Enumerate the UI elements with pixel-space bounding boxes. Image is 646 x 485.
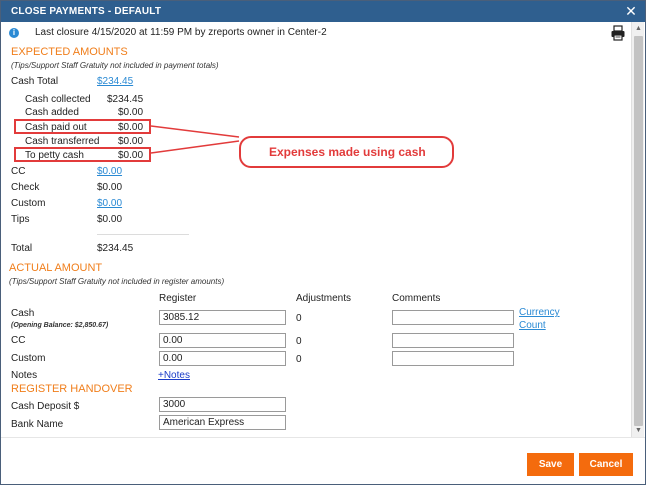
cash-adjustment-value: 0 [296,313,302,324]
actual-cc-label: CC [11,335,26,346]
currency-count-link[interactable]: Currency [519,307,560,318]
actual-amount-title: ACTUAL AMOUNT [9,262,103,274]
scrollbar-thumb[interactable] [634,36,643,426]
expenses-callout: Expenses made using cash [239,136,454,168]
cash-added-value: $0.00 [118,107,144,118]
cash-total-link[interactable]: $234.45 [97,76,133,87]
last-closure-text: Last closure 4/15/2020 at 11:59 PM by zr… [35,27,327,38]
cc-register-input[interactable] [159,333,286,348]
check-value: $0.00 [97,182,123,193]
currency-count-link-line2[interactable]: Count [519,320,546,331]
cash-collected-value: $234.45 [107,94,144,105]
cash-deposit-label: Cash Deposit $ [11,401,80,412]
cash-added-label: Cash added [25,107,79,118]
close-icon[interactable]: ✕ [623,3,639,19]
comments-header: Comments [392,293,441,304]
expected-amounts-title: EXPECTED AMOUNTS [11,46,128,58]
cc-adjustment-value: 0 [296,336,302,347]
opening-balance-text: (Opening Balance: $2,850.67) [11,322,109,329]
cc-label: CC [11,166,26,177]
add-notes-link[interactable]: +Notes [158,370,190,381]
close-payments-dialog: CLOSE PAYMENTS - DEFAULT ✕ i Last closur… [0,0,646,485]
cash-paid-out-value: $0.00 [118,122,144,133]
cc-comment-input[interactable] [392,333,514,348]
actual-note: (Tips/Support Staff Gratuity not include… [9,277,225,286]
bank-name-label: Bank Name [11,419,64,430]
cash-transferred-value: $0.00 [118,136,144,147]
bank-name-input[interactable] [159,415,286,430]
cash-register-input[interactable] [159,310,286,325]
actual-custom-label: Custom [11,353,46,364]
cash-total-label: Cash Total [11,76,59,87]
dialog-title: CLOSE PAYMENTS - DEFAULT [11,6,162,17]
total-label: Total [11,243,33,254]
custom-label: Custom [11,198,46,209]
cancel-button[interactable]: Cancel [579,453,633,476]
register-header: Register [159,293,197,304]
custom-register-input[interactable] [159,351,286,366]
vertical-scrollbar[interactable]: ▲ ▼ [631,22,644,437]
cc-value-link[interactable]: $0.00 [97,166,122,177]
tips-value: $0.00 [97,214,123,225]
save-button[interactable]: Save [527,453,574,476]
title-bar: CLOSE PAYMENTS - DEFAULT ✕ [1,1,645,22]
to-petty-cash-label: To petty cash [25,150,84,161]
total-value: $234.45 [97,243,134,254]
tips-label: Tips [11,214,30,225]
actual-cash-label: Cash [11,308,35,319]
dialog-content: i Last closure 4/15/2020 at 11:59 PM by … [1,22,631,437]
cash-collected-label: Cash collected [25,94,91,105]
expected-note: (Tips/Support Staff Gratuity not include… [11,61,219,70]
dialog-footer: Save Cancel [1,437,645,484]
cash-comment-input[interactable] [392,310,514,325]
notes-label: Notes [11,370,38,381]
cash-paid-out-label: Cash paid out [25,122,87,133]
check-label: Check [11,182,40,193]
to-petty-cash-value: $0.00 [118,150,144,161]
info-icon: i [9,28,19,38]
adjustments-header: Adjustments [296,293,352,304]
custom-value-link[interactable]: $0.00 [97,198,122,209]
scroll-up-icon[interactable]: ▲ [634,24,643,33]
scroll-down-icon[interactable]: ▼ [634,426,643,435]
cash-deposit-input[interactable] [159,397,286,412]
custom-comment-input[interactable] [392,351,514,366]
register-handover-title: REGISTER HANDOVER [11,383,133,395]
custom-adjustment-value: 0 [296,354,302,365]
printer-icon[interactable] [610,25,626,41]
totals-divider [97,234,189,235]
cash-transferred-label: Cash transferred [25,136,100,147]
